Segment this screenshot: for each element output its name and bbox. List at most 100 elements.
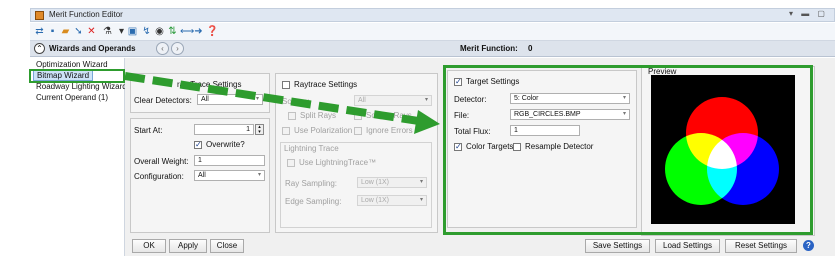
help-icon[interactable]: ❓ — [206, 26, 218, 37]
chevron-down-icon: ▾ — [419, 197, 423, 203]
clear-detectors-label: Clear Detectors: — [134, 96, 192, 105]
resample-detector-checkbox[interactable] — [513, 143, 521, 151]
scatter-rays-checkbox[interactable] — [354, 112, 362, 120]
operand-item[interactable]: Optimization Wizard — [36, 60, 108, 69]
nav-back-button[interactable]: ‹ — [156, 42, 169, 55]
merit-label-text: Merit Function: — [460, 44, 518, 53]
start-at-input[interactable]: 1 — [194, 124, 254, 135]
save-icon[interactable]: ▪ — [47, 26, 58, 37]
merit-function-value: 0 — [528, 44, 533, 53]
use-lightning-label: Use LightningTrace™ — [299, 158, 377, 167]
help-icon[interactable]: ? — [803, 240, 814, 251]
color-targets-label: Color Targets — [466, 142, 514, 151]
ray-sampling-combo[interactable]: Low (1X) ▾ — [357, 177, 427, 188]
operand-item-selected[interactable]: Bitmap Wizard — [33, 70, 94, 81]
sort-icon[interactable]: ⇅ — [167, 26, 178, 37]
optimize-icon[interactable]: ↯ — [141, 26, 152, 37]
reset-settings-button[interactable]: Reset Settings — [725, 239, 797, 253]
dropdown-icon[interactable]: ▾ — [116, 26, 127, 37]
chevron-down-icon: ▾ — [419, 179, 423, 185]
delete-icon[interactable]: ✕ — [86, 26, 97, 37]
window-controls[interactable]: ▾ ▬ ▢ — [789, 9, 828, 18]
close-button[interactable]: Close — [210, 239, 244, 253]
trace-settings-group: ray Trace Settings Clear Detectors: All … — [130, 73, 270, 113]
preview-image — [651, 75, 795, 224]
collapse-icon[interactable]: ⌃ — [34, 43, 45, 54]
raytrace-settings-checkbox[interactable] — [282, 81, 290, 89]
detector-label: Detector: — [454, 95, 487, 104]
total-flux-input[interactable]: 1 — [510, 125, 580, 136]
file-combo[interactable]: RGB_CIRCLES.BMP ▾ — [510, 109, 630, 120]
source-combo[interactable]: All ▾ — [354, 95, 432, 106]
operand-item[interactable]: Current Operand (1) — [36, 93, 108, 102]
lightning-trace-group: Lightning Trace Use LightningTrace™ Ray … — [280, 142, 432, 228]
overall-weight-label: Overall Weight: — [134, 157, 189, 166]
option-icon[interactable]: ▣ — [127, 26, 138, 37]
blue-circle — [707, 133, 779, 205]
refresh-icon[interactable]: ⇄ — [34, 26, 45, 37]
use-polarization-checkbox[interactable] — [282, 127, 290, 135]
clear-detectors-combo[interactable]: All ▾ — [197, 94, 263, 105]
scatter-rays-label: Scatter Rays — [366, 111, 412, 120]
detector-value: 5: Color — [514, 95, 539, 102]
insert-icon[interactable]: ➘ — [73, 26, 84, 37]
ignore-errors-label: Ignore Errors — [366, 126, 413, 135]
toolbar: ⇄ ▪ ▰ ➘ ✕ ⚗ ▾ ▣ ↯ ◉ ⇅ ⟷ ➜ ❓ — [30, 23, 835, 41]
wizards-header: ⌃ Wizards and Operands ‹ › Merit Functio… — [30, 41, 835, 57]
merit-function-label: Merit Function: 0 — [460, 44, 532, 53]
ignore-errors-checkbox[interactable] — [354, 127, 362, 135]
link-icon[interactable]: ⟷ — [180, 26, 194, 37]
split-rays-label: Split Rays — [300, 111, 337, 120]
window-title: Merit Function Editor — [49, 10, 123, 19]
overall-weight-input[interactable]: 1 — [194, 155, 265, 166]
apply-button[interactable]: Apply — [169, 239, 207, 253]
overwrite-label: Overwrite? — [206, 140, 245, 149]
configuration-label: Configuration: — [134, 172, 184, 181]
save-settings-button[interactable]: Save Settings — [585, 239, 650, 253]
toggle-icon[interactable]: ◉ — [154, 26, 165, 37]
edge-sampling-label: Edge Sampling: — [285, 197, 342, 206]
nav-forward-button[interactable]: › — [171, 42, 184, 55]
target-settings-group: ✓ Target Settings Detector: 5: Color ▾ F… — [447, 70, 637, 228]
open-icon[interactable]: ▰ — [60, 26, 71, 37]
start-at-label: Start At: — [134, 126, 163, 135]
spinner-icon[interactable]: ▴ ▾ — [255, 124, 264, 135]
clear-detectors-value: All — [201, 96, 209, 103]
raytrace-settings-label: Raytrace Settings — [294, 80, 358, 89]
chevron-down-icon: ▾ — [622, 95, 626, 101]
arrow-right-icon[interactable]: ➜ — [193, 26, 204, 37]
file-label: File: — [454, 111, 470, 120]
overwrite-checkbox[interactable]: ✓ — [194, 141, 202, 149]
ray-sampling-value: Low (1X) — [361, 179, 390, 186]
operand-item[interactable]: Roadway Lighting Wizard — [36, 82, 127, 91]
raytrace-settings-group: Raytrace Settings Source: All ▾ Split Ra… — [275, 73, 438, 233]
configuration-value: All — [198, 172, 206, 179]
title-bar: Merit Function Editor ▾ ▬ ▢ — [30, 8, 835, 22]
start-settings-group: Start At: 1 ▴ ▾ ✓ Overwrite? Overall Weig… — [130, 118, 270, 233]
source-label: Source: — [282, 97, 310, 106]
ok-button[interactable]: OK — [132, 239, 166, 253]
group-header: ray Trace Settings — [177, 80, 242, 89]
detector-combo[interactable]: 5: Color ▾ — [510, 93, 630, 104]
target-settings-checkbox[interactable]: ✓ — [454, 78, 462, 86]
file-value: RGB_CIRCLES.BMP — [514, 111, 581, 118]
color-targets-checkbox[interactable]: ✓ — [454, 143, 462, 151]
split-rays-checkbox[interactable] — [288, 112, 296, 120]
app-icon — [35, 11, 44, 20]
total-flux-label: Total Flux: — [454, 127, 491, 136]
chevron-down-icon: ▾ — [257, 172, 261, 178]
source-value: All — [358, 97, 366, 104]
chevron-down-icon: ▾ — [255, 96, 259, 102]
load-settings-button[interactable]: Load Settings — [655, 239, 720, 253]
use-lightning-checkbox[interactable] — [287, 159, 295, 167]
edge-sampling-combo[interactable]: Low (1X) ▾ — [357, 195, 427, 206]
resample-detector-label: Resample Detector — [525, 142, 594, 151]
wizard-icon[interactable]: ⚗ — [102, 26, 113, 37]
ray-sampling-label: Ray Sampling: — [285, 179, 338, 188]
lightning-trace-label: Lightning Trace — [284, 144, 339, 153]
chevron-down-icon: ▾ — [622, 111, 626, 117]
target-settings-label: Target Settings — [466, 77, 520, 86]
rgb-circles-preview — [665, 97, 779, 205]
configuration-combo[interactable]: All ▾ — [194, 170, 265, 181]
operand-list: Optimization Wizard Bitmap Wizard Roadwa… — [30, 58, 127, 256]
